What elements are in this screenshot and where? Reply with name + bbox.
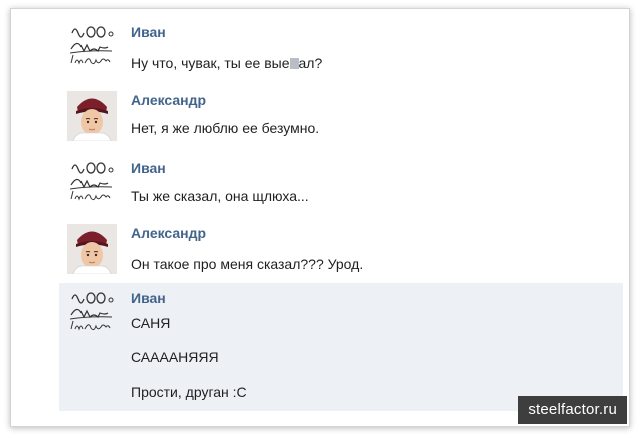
ivan-sketch-avatar[interactable] (67, 23, 117, 73)
message-item: Александр Он такое про меня сказал??? Ур… (59, 218, 623, 280)
message-text: Нет, я же люблю ее безумно. (131, 120, 320, 136)
sender-name[interactable]: Александр (131, 225, 206, 241)
alexander-photo-avatar[interactable] (67, 91, 117, 141)
sender-name[interactable]: Иван (131, 160, 166, 176)
message-text: САНЯ (131, 315, 171, 331)
message-item: Иван Ну что, чувак, ты ее вые ал? (59, 17, 623, 79)
alexander-photo-avatar[interactable] (67, 224, 117, 274)
ivan-sketch-avatar[interactable] (67, 289, 117, 339)
censor-block (289, 58, 299, 69)
site-watermark: steelfactor.ru (518, 396, 627, 424)
message-text: Прости, друган :С (131, 384, 247, 400)
message-text: Ты же сказал, она щлюха... (131, 188, 309, 204)
chat-history: Иван Ну что, чувак, ты ее вые ал? Алексан… (11, 9, 629, 426)
message-text: СААААНЯЯЯ (131, 349, 219, 365)
screenshot-frame: Иван Ну что, чувак, ты ее вые ал? Алексан… (10, 8, 630, 427)
message-text-end: ал? (298, 55, 323, 71)
message-item-highlighted: Иван САНЯ СААААНЯЯЯ Прости, друган :С (59, 283, 623, 411)
ivan-sketch-avatar[interactable] (67, 159, 117, 209)
message-text: Ну что, чувак, ты ее вые ал? (131, 55, 322, 71)
message-item: Александр Нет, я же люблю ее безумно. (59, 85, 623, 147)
message-text-start: Ну что, чувак, ты ее вые (131, 55, 290, 71)
message-item: Иван Ты же сказал, она щлюха... (59, 153, 623, 215)
message-text: Он такое про меня сказал??? Урод. (131, 256, 364, 272)
sender-name[interactable]: Иван (131, 290, 166, 306)
sender-name[interactable]: Александр (131, 92, 206, 108)
sender-name[interactable]: Иван (131, 24, 166, 40)
